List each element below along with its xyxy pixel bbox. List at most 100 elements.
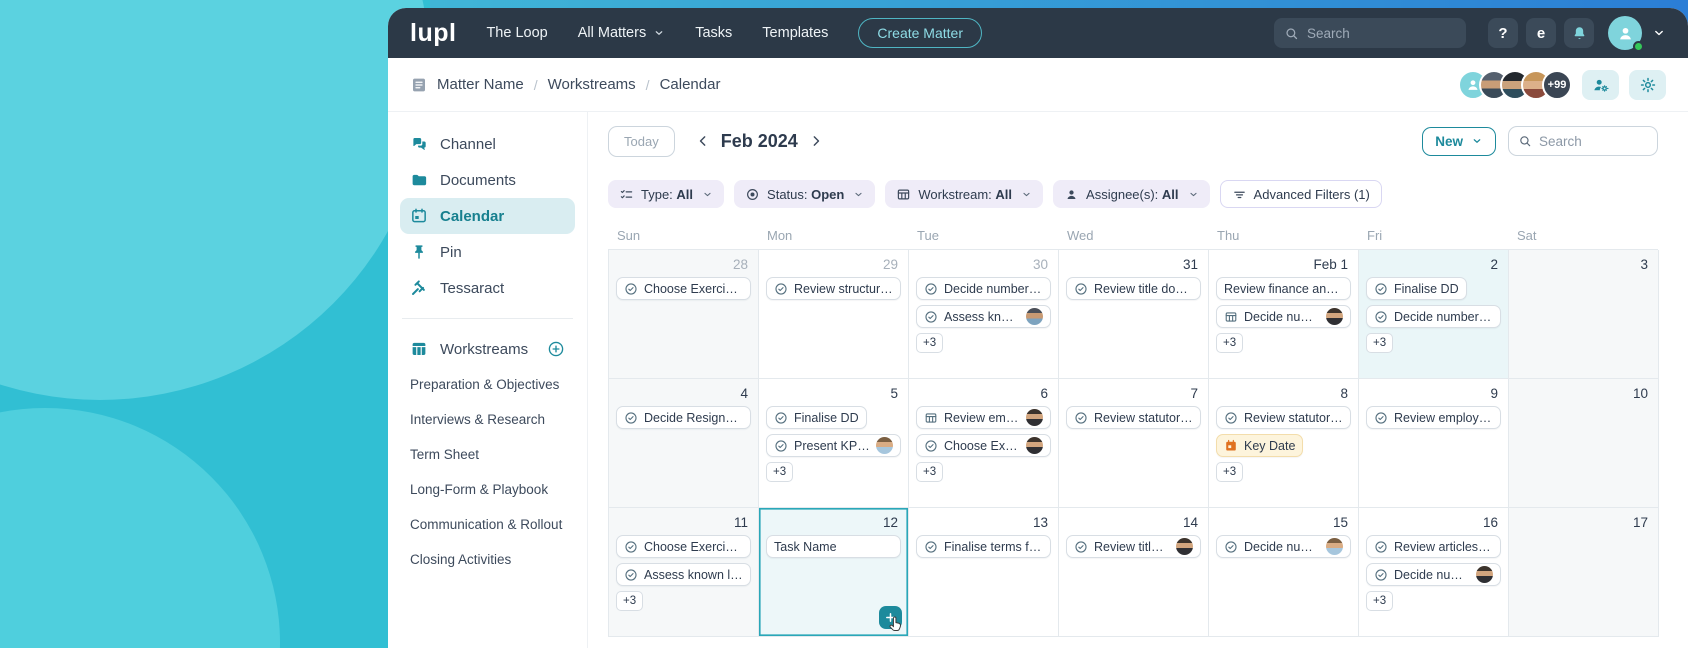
sidebar-item-calendar[interactable]: Calendar xyxy=(400,198,575,234)
more-tasks-badge[interactable]: +3 xyxy=(766,462,794,482)
task-chip[interactable]: Review title d... xyxy=(1066,535,1201,558)
more-tasks-badge[interactable]: +3 xyxy=(1216,462,1244,482)
task-chip[interactable]: Finalise terms for... xyxy=(916,535,1051,558)
filter-chip-assignee-s[interactable]: Assignee(s): All xyxy=(1053,180,1210,208)
app-badge-button[interactable]: e xyxy=(1526,18,1556,48)
task-chip[interactable]: Assess known lia... xyxy=(616,563,751,586)
day-cell-5[interactable]: 5 Finalise DD Present KPIs t...+3 xyxy=(759,379,909,508)
task-chip[interactable]: Finalise DD xyxy=(766,406,867,429)
task-chip[interactable]: Review statutory... xyxy=(1066,406,1201,429)
task-chip[interactable]: Key Date xyxy=(1216,434,1304,457)
settings-button[interactable] xyxy=(1629,69,1666,100)
day-cell-17[interactable]: 17 xyxy=(1509,508,1659,637)
day-cell-15[interactable]: 15 Decide numbe... xyxy=(1209,508,1359,637)
notifications-button[interactable] xyxy=(1564,18,1594,48)
day-cell-7[interactable]: 7 Review statutory... xyxy=(1059,379,1209,508)
day-cell-14[interactable]: 14 Review title d... xyxy=(1059,508,1209,637)
task-chip[interactable]: Review structure... xyxy=(766,277,901,300)
calendar-search[interactable] xyxy=(1508,126,1658,156)
new-task-name-input[interactable]: Task Name xyxy=(766,535,901,558)
workstream-item-closing-activities[interactable]: Closing Activities xyxy=(400,542,575,577)
day-cell-2[interactable]: 2 Finalise DD Decide number of... +3 xyxy=(1359,250,1509,379)
new-event-button[interactable]: New xyxy=(1422,126,1496,156)
task-chip[interactable]: Review statutory... xyxy=(1216,406,1351,429)
day-cell-feb-1[interactable]: Feb 1 Review finance and s... Decide numbe… xyxy=(1209,250,1359,379)
add-task-button[interactable] xyxy=(879,606,902,632)
workstream-item-long-form-playbook[interactable]: Long-Form & Playbook xyxy=(400,472,575,507)
sidebar-item-pin[interactable]: Pin xyxy=(400,234,575,270)
global-search[interactable] xyxy=(1274,18,1466,48)
nav-item-all-matters[interactable]: All Matters xyxy=(578,25,666,41)
nav-item-tasks[interactable]: Tasks xyxy=(695,25,732,41)
workstream-item-preparation-objectives[interactable]: Preparation & Objectives xyxy=(400,367,575,402)
day-cell-4[interactable]: 4 Decide Resignatio... xyxy=(609,379,759,508)
task-chip[interactable]: Decide number of... xyxy=(916,277,1051,300)
task-chip[interactable]: Choose Exercise p... xyxy=(616,535,751,558)
day-cell-30[interactable]: 30 Decide number of... Assess known...+3 xyxy=(909,250,1059,379)
add-workstream-plus-circle-icon[interactable] xyxy=(547,340,565,358)
more-tasks-badge[interactable]: +3 xyxy=(1366,333,1394,353)
sidebar-item-channel[interactable]: Channel xyxy=(400,126,575,162)
day-cell-31[interactable]: 31 Review title docu... xyxy=(1059,250,1209,379)
day-cell-3[interactable]: 3 xyxy=(1509,250,1659,379)
day-cell-10[interactable]: 10 xyxy=(1509,379,1659,508)
pin-icon xyxy=(410,243,428,261)
filter-chip-type[interactable]: Type: All xyxy=(608,180,725,208)
nav-item-templates[interactable]: Templates xyxy=(762,25,828,41)
workstream-item-interviews-research[interactable]: Interviews & Research xyxy=(400,402,575,437)
prev-month-chevron-left-icon[interactable] xyxy=(695,133,711,149)
task-chip[interactable]: Review articles of... xyxy=(1366,535,1501,558)
next-month-chevron-right-icon[interactable] xyxy=(808,133,824,149)
task-chip[interactable]: Review emplo... xyxy=(916,406,1051,429)
day-cell-9[interactable]: 9 Review employee... xyxy=(1359,379,1509,508)
breadcrumb-item-workstreams[interactable]: Workstreams xyxy=(548,76,636,93)
task-chip[interactable]: Decide Resignatio... xyxy=(616,406,751,429)
breadcrumb-item-matter-name[interactable]: Matter Name xyxy=(437,76,524,93)
day-cell-16[interactable]: 16 Review articles of... Decide numbe...+3 xyxy=(1359,508,1509,637)
task-chip[interactable]: Decide numbe... xyxy=(1366,563,1501,586)
lupl-logo[interactable]: lupl xyxy=(410,19,456,48)
day-cell-28[interactable]: 28 Choose Exercise p... xyxy=(609,250,759,379)
task-chip[interactable]: Decide number of... xyxy=(1366,305,1501,328)
day-cell-8[interactable]: 8 Review statutory... Key Date +3 xyxy=(1209,379,1359,508)
more-tasks-badge[interactable]: +3 xyxy=(616,591,644,611)
task-chip[interactable]: Assess known... xyxy=(916,305,1051,328)
add-member-button[interactable] xyxy=(1582,69,1619,100)
more-tasks-badge[interactable]: +3 xyxy=(916,333,944,353)
day-cell-6[interactable]: 6 Review emplo... Choose Exerci...+3 xyxy=(909,379,1059,508)
task-chip[interactable]: Finalise DD xyxy=(1366,277,1467,300)
day-cell-11[interactable]: 11 Choose Exercise p... Assess known lia..… xyxy=(609,508,759,637)
more-tasks-badge[interactable]: +3 xyxy=(916,462,944,482)
task-chip[interactable]: Decide numbe... xyxy=(1216,535,1351,558)
global-search-input[interactable] xyxy=(1307,25,1456,41)
day-cell-12[interactable]: 12 Task Name xyxy=(759,508,909,637)
avatar-overflow-count[interactable]: +99 xyxy=(1542,69,1572,100)
day-cell-29[interactable]: 29 Review structure... xyxy=(759,250,909,379)
task-chip[interactable]: Review title docu... xyxy=(1066,277,1201,300)
advanced-filters-button[interactable]: Advanced Filters (1) xyxy=(1219,180,1382,208)
filter-chip-status[interactable]: Status: Open xyxy=(734,180,876,208)
task-chip[interactable]: Present KPIs t... xyxy=(766,434,901,457)
task-chip[interactable]: Choose Exercise p... xyxy=(616,277,751,300)
filter-chip-workstream[interactable]: Workstream: All xyxy=(885,180,1044,208)
today-button[interactable]: Today xyxy=(608,125,675,157)
sidebar-item-documents[interactable]: Documents xyxy=(400,162,575,198)
day-cell-13[interactable]: 13 Finalise terms for... xyxy=(909,508,1059,637)
task-chip[interactable]: Review employee... xyxy=(1366,406,1501,429)
more-tasks-badge[interactable]: +3 xyxy=(1216,333,1244,353)
account-chevron-down-icon[interactable] xyxy=(1652,26,1666,40)
weekday-label-wed: Wed xyxy=(1067,228,1094,243)
more-tasks-badge[interactable]: +3 xyxy=(1366,591,1394,611)
task-chip[interactable]: Choose Exerci... xyxy=(916,434,1051,457)
sidebar-item-tessaract[interactable]: Tessaract xyxy=(400,270,575,306)
help-button[interactable]: ? xyxy=(1488,18,1518,48)
breadcrumb-item-calendar[interactable]: Calendar xyxy=(660,76,721,93)
workstream-item-communication-rollout[interactable]: Communication & Rollout xyxy=(400,507,575,542)
user-avatar[interactable] xyxy=(1608,16,1644,52)
nav-item-the-loop[interactable]: The Loop xyxy=(486,25,547,41)
calendar-search-input[interactable] xyxy=(1539,133,1648,149)
create-matter-button[interactable]: Create Matter xyxy=(858,18,982,48)
task-chip[interactable]: Decide numbe... xyxy=(1216,305,1351,328)
workstream-item-term-sheet[interactable]: Term Sheet xyxy=(400,437,575,472)
task-chip[interactable]: Review finance and s... xyxy=(1216,277,1351,300)
